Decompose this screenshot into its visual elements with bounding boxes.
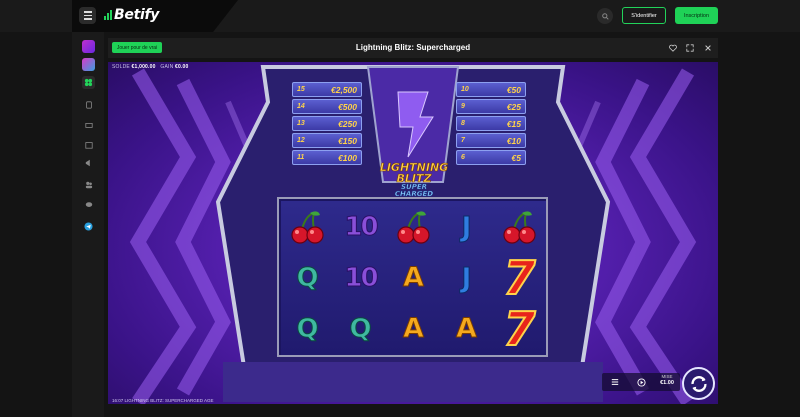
- logo-text: Betify: [114, 7, 160, 23]
- login-button[interactable]: S'identifier: [622, 7, 666, 24]
- jackpot-row: 14 €500: [292, 99, 362, 114]
- search-icon: [601, 12, 609, 20]
- bet-label: MISE: [661, 374, 673, 379]
- reel-column: AA: [387, 201, 440, 355]
- reel-grid: Q Q 10 10 Q A A J J A 7 7: [277, 197, 548, 357]
- jackpot-level: 15: [297, 86, 305, 93]
- game-footer: 16:07 LIGHTNING BLITZ: SUPERCHARGED AGE: [112, 398, 214, 403]
- jackpot-amount: €15: [506, 118, 521, 129]
- expand-icon: [686, 44, 694, 52]
- favorite-button[interactable]: [668, 43, 678, 53]
- chat-icon[interactable]: [82, 198, 95, 211]
- bet-value: €1.00: [660, 380, 674, 386]
- jackpot-level: 13: [297, 120, 305, 127]
- jackpot-row: 12 €150: [292, 133, 362, 148]
- reel-symbol: Q: [349, 313, 372, 344]
- shop-icon[interactable]: [82, 138, 95, 151]
- jackpot-ladder-left: 15 €2,500 14 €500 13 €250 12 €150 11 €100: [292, 82, 362, 167]
- reel-symbol: A: [403, 313, 425, 345]
- reel-symbol: 7: [502, 250, 536, 306]
- slots-icon[interactable]: [82, 76, 95, 89]
- reel-symbol: A: [403, 262, 425, 294]
- jackpot-amount: €250: [338, 118, 357, 129]
- jackpot-row: 10 €50: [456, 82, 526, 97]
- reel-symbol: A: [456, 313, 478, 345]
- jackpot-level: 11: [297, 154, 305, 161]
- cherry-icon: [387, 201, 440, 252]
- jackpot-level: 8: [461, 120, 465, 127]
- reel-column: 10 10 Q: [334, 201, 387, 355]
- search-button[interactable]: [597, 8, 613, 24]
- settings-menu-button[interactable]: [608, 375, 622, 389]
- autoplay-button[interactable]: [634, 375, 648, 389]
- jackpot-level: 12: [297, 137, 305, 144]
- telegram-icon[interactable]: [82, 220, 95, 233]
- promotions-icon[interactable]: [82, 118, 95, 131]
- jackpot-amount: €2,500: [331, 84, 357, 95]
- reel-column: 77: [493, 201, 546, 357]
- balance-display: SOLDE €1,000.00 GAIN €0.00: [112, 64, 189, 70]
- community-icon[interactable]: [82, 178, 95, 191]
- jackpot-row: 9 €25: [456, 99, 526, 114]
- win-value: €0.00: [175, 64, 189, 70]
- jackpot-level: 14: [297, 103, 305, 110]
- jackpot-level: 9: [461, 103, 465, 110]
- reel-symbol: J: [461, 261, 472, 295]
- casino-icon[interactable]: [82, 40, 95, 53]
- balance-value: €1,000.00: [131, 64, 156, 70]
- spin-icon: [690, 375, 707, 392]
- jackpot-level: 6: [461, 154, 465, 161]
- logo-icon: [104, 10, 112, 20]
- close-button[interactable]: [703, 43, 713, 53]
- jackpot-amount: €150: [338, 135, 357, 146]
- reel-column: QQ: [281, 201, 334, 355]
- play-icon: [636, 377, 646, 387]
- win-label: GAIN: [160, 64, 174, 70]
- jackpot-amount: €10: [506, 135, 521, 146]
- megaphone-icon[interactable]: [82, 156, 95, 169]
- reel-symbol: J: [461, 210, 472, 244]
- close-icon: [705, 45, 711, 51]
- reel-column: JJA: [440, 201, 493, 355]
- jackpot-row: 6 €5: [456, 150, 526, 165]
- game-title: Lightning Blitz: Supercharged: [355, 43, 471, 52]
- play-for-real-button[interactable]: Jouer pour de vrai: [112, 42, 162, 53]
- menu-button[interactable]: [79, 7, 96, 24]
- jackpot-row: 13 €250: [292, 116, 362, 131]
- jackpot-row: 15 €2,500: [292, 82, 362, 97]
- jackpot-ladder-right: 10 €50 9 €25 8 €15 7 €10 6 €5: [456, 82, 526, 167]
- jackpot-amount: €25: [506, 101, 521, 112]
- reel-symbol: Q: [296, 313, 319, 344]
- clover-icon: [84, 78, 93, 87]
- reel-symbol: 7: [502, 301, 536, 357]
- reel-symbol: Q: [296, 262, 319, 293]
- site-logo[interactable]: Betify: [104, 7, 159, 23]
- bet-display[interactable]: MISE €1.00: [656, 374, 678, 386]
- spin-button[interactable]: [682, 367, 715, 400]
- menu-icon: [611, 379, 619, 385]
- jackpot-amount: €500: [338, 101, 357, 112]
- menu-icon: [83, 11, 92, 13]
- game-logo: LIGHTNING BLITZ SUPER CHARGED: [372, 162, 456, 198]
- reel-symbol: 10: [344, 211, 379, 242]
- fullscreen-button[interactable]: [685, 43, 695, 53]
- sports-icon[interactable]: [82, 98, 95, 111]
- jackpot-row: 11 €100: [292, 150, 362, 165]
- jackpot-amount: €5: [511, 152, 521, 163]
- live-casino-icon[interactable]: [82, 58, 95, 71]
- cherry-icon: [281, 201, 334, 252]
- jackpot-amount: €100: [338, 152, 357, 163]
- jackpot-level: 10: [461, 86, 469, 93]
- reel-symbol: 10: [344, 262, 379, 293]
- signup-button[interactable]: Inscription: [675, 7, 718, 24]
- jackpot-row: 7 €10: [456, 133, 526, 148]
- jackpot-amount: €50: [506, 84, 521, 95]
- heart-icon: [669, 44, 677, 52]
- cherry-icon: [493, 201, 546, 252]
- jackpot-row: 8 €15: [456, 116, 526, 131]
- balance-label: SOLDE: [112, 64, 130, 70]
- jackpot-level: 7: [461, 137, 465, 144]
